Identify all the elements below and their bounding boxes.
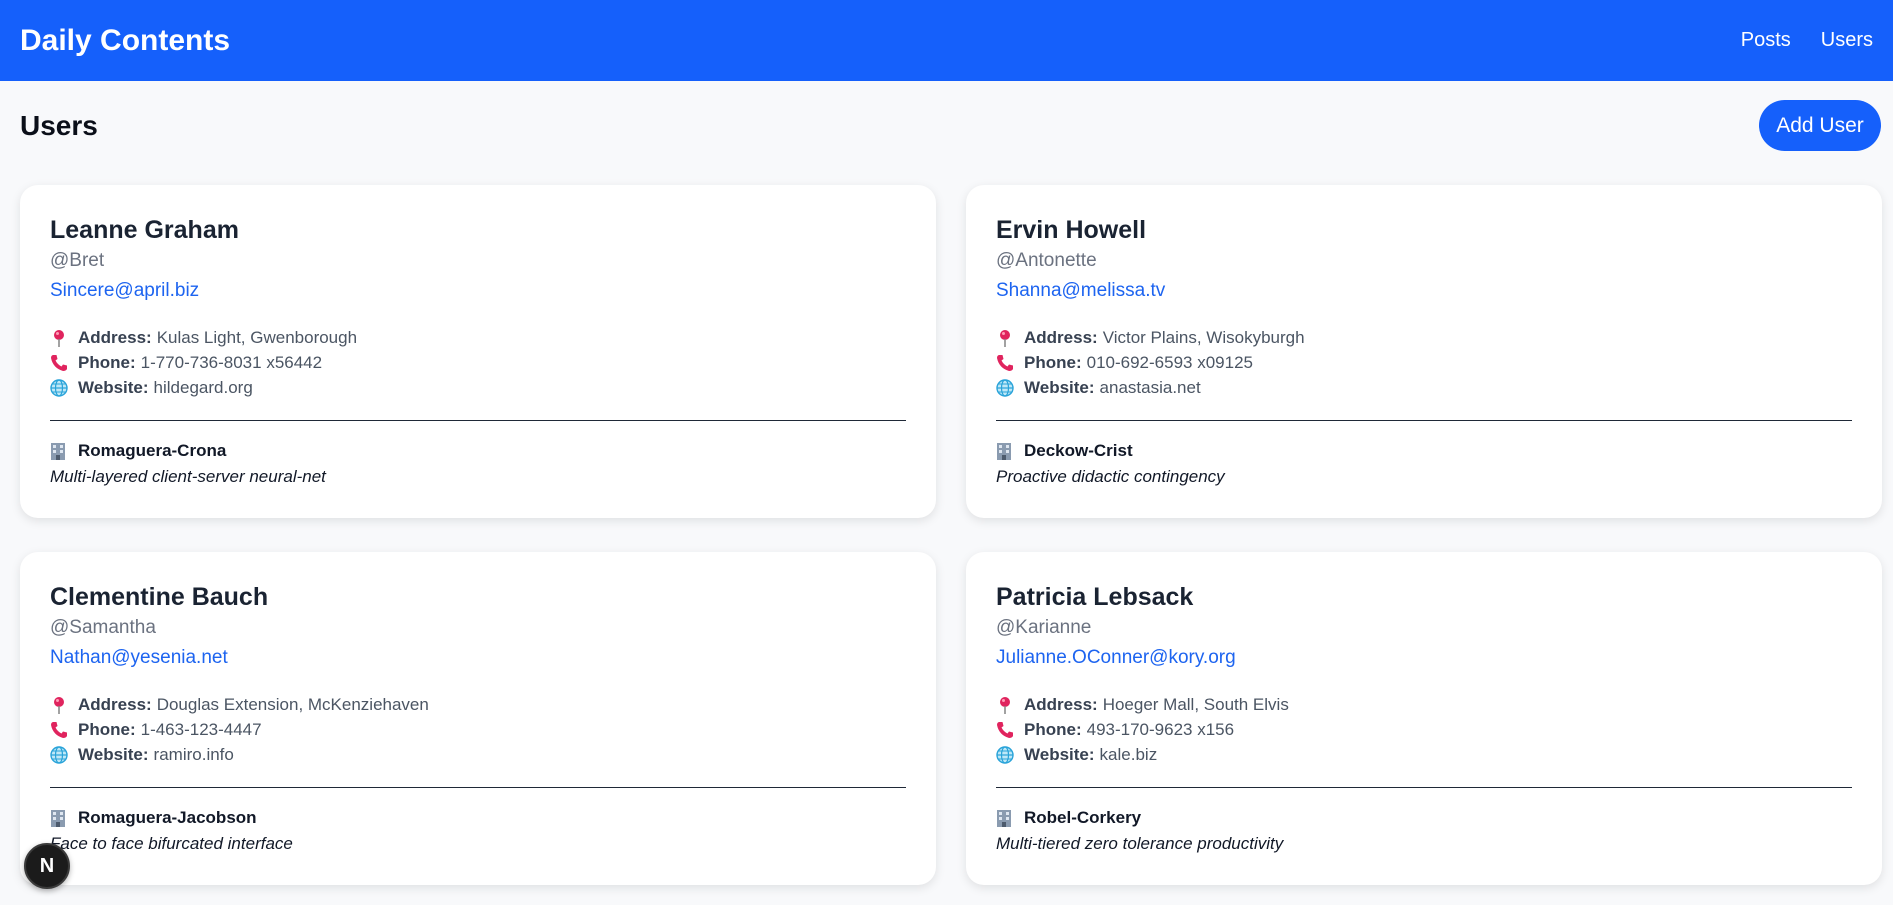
round-pushpin-icon [50,696,68,714]
user-email-link[interactable]: Sincere@april.biz [50,279,906,303]
card-divider [50,420,906,421]
company-catchphrase: Multi-layered client-server neural-net [50,467,326,486]
company-row: Romaguera-Jacobson [50,806,906,830]
nav-users-link[interactable]: Users [1821,29,1873,52]
company-catchphrase: Multi-tiered zero tolerance productivity [996,834,1284,853]
address-value: Hoeger Mall, South Elvis [1102,695,1289,714]
office-building-icon [996,809,1014,827]
user-details: Address: Hoeger Mall, South Elvis Phone:… [996,692,1852,767]
phone-value: 1-770-736-8031 x56442 [140,353,323,372]
user-name: Leanne Graham [50,216,239,244]
website-label: Website: [78,745,149,764]
user-details: Address: Victor Plains, Wisokyburgh Phon… [996,325,1852,400]
address-value: Victor Plains, Wisokyburgh [1102,328,1305,347]
company-catchphrase: Proactive didactic contingency [996,467,1225,486]
website-label: Website: [78,378,149,397]
address-value: Kulas Light, Gwenborough [156,328,358,347]
company-name: Deckow-Crist [1024,441,1133,460]
address-value: Douglas Extension, McKenziehaven [156,695,429,714]
users-grid: Leanne Graham @Bret Sincere@april.biz Ad… [0,151,1893,885]
globe-icon [50,745,68,764]
round-pushpin-icon [50,329,68,347]
company-name: Romaguera-Crona [78,441,227,460]
user-username: @Karianne [996,617,1092,638]
phone-label: Phone: [78,720,136,739]
user-email-link[interactable]: Nathan@yesenia.net [50,646,906,670]
address-row: Address: Douglas Extension, McKenziehave… [50,692,906,717]
company-name: Romaguera-Jacobson [78,808,257,827]
user-username: @Samantha [50,617,156,638]
address-row: Address: Victor Plains, Wisokyburgh [996,325,1852,350]
globe-icon [50,378,68,397]
phone-label: Phone: [78,353,136,372]
telephone-receiver-icon [50,721,68,739]
office-building-icon [996,442,1014,460]
phone-value: 1-463-123-4447 [140,720,262,739]
website-row: Website: anastasia.net [996,375,1852,400]
user-card: Leanne Graham @Bret Sincere@april.biz Ad… [20,185,936,518]
add-user-button[interactable]: Add User [1759,100,1881,151]
top-navbar: Daily Contents Posts Users [0,0,1893,81]
user-email-link[interactable]: Julianne.OConner@kory.org [996,646,1852,670]
phone-row: Phone: 010-692-6593 x09125 [996,350,1852,375]
round-pushpin-icon [996,329,1014,347]
card-divider [996,420,1852,421]
address-label: Address: [1024,695,1098,714]
globe-icon [996,378,1014,397]
phone-value: 010-692-6593 x09125 [1086,353,1253,372]
phone-value: 493-170-9623 x156 [1086,720,1235,739]
company-catchphrase: Face to face bifurcated interface [50,834,293,853]
website-value: anastasia.net [1099,378,1201,397]
page-header: Users Add User [0,81,1893,151]
website-value: hildegard.org [153,378,253,397]
phone-label: Phone: [1024,353,1082,372]
website-row: Website: kale.biz [996,742,1852,767]
round-pushpin-icon [996,696,1014,714]
user-details: Address: Kulas Light, Gwenborough Phone:… [50,325,906,400]
company-name: Robel-Corkery [1024,808,1142,827]
user-username: @Bret [50,250,105,271]
user-card: Ervin Howell @Antonette Shanna@melissa.t… [966,185,1882,518]
address-label: Address: [1024,328,1098,347]
company-row: Deckow-Crist [996,439,1852,463]
telephone-receiver-icon [50,354,68,372]
phone-row: Phone: 493-170-9623 x156 [996,717,1852,742]
user-name: Ervin Howell [996,216,1147,244]
card-divider [50,787,906,788]
address-row: Address: Kulas Light, Gwenborough [50,325,906,350]
office-building-icon [50,442,68,460]
main-nav: Posts Users [1741,29,1873,52]
phone-row: Phone: 1-770-736-8031 x56442 [50,350,906,375]
phone-label: Phone: [1024,720,1082,739]
office-building-icon [50,809,68,827]
website-row: Website: hildegard.org [50,375,906,400]
company-row: Romaguera-Crona [50,439,906,463]
user-card: Clementine Bauch @Samantha Nathan@yeseni… [20,552,936,885]
telephone-receiver-icon [996,354,1014,372]
address-label: Address: [78,695,152,714]
card-divider [996,787,1852,788]
website-row: Website: ramiro.info [50,742,906,767]
telephone-receiver-icon [996,721,1014,739]
nextjs-dev-badge[interactable]: N [24,843,70,889]
nav-posts-link[interactable]: Posts [1741,29,1791,52]
user-name: Clementine Bauch [50,583,269,611]
user-card: Patricia Lebsack @Karianne Julianne.OCon… [966,552,1882,885]
user-email-link[interactable]: Shanna@melissa.tv [996,279,1852,303]
address-row: Address: Hoeger Mall, South Elvis [996,692,1852,717]
user-details: Address: Douglas Extension, McKenziehave… [50,692,906,767]
page-title: Users [20,109,98,141]
brand-title[interactable]: Daily Contents [20,24,230,58]
user-username: @Antonette [996,250,1097,271]
company-row: Robel-Corkery [996,806,1852,830]
website-label: Website: [1024,378,1095,397]
user-name: Patricia Lebsack [996,583,1194,611]
website-label: Website: [1024,745,1095,764]
website-value: ramiro.info [153,745,234,764]
address-label: Address: [78,328,152,347]
phone-row: Phone: 1-463-123-4447 [50,717,906,742]
website-value: kale.biz [1099,745,1158,764]
globe-icon [996,745,1014,764]
